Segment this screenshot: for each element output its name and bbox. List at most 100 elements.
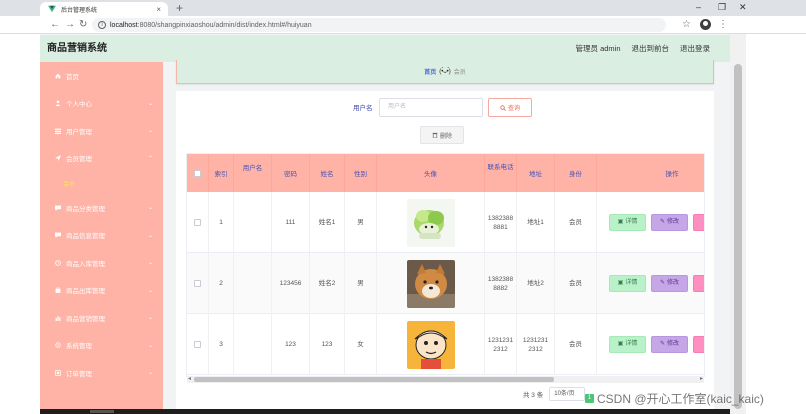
sidebar-item-home[interactable]: 首页 [40, 62, 163, 90]
cell-gender: 男 [345, 253, 377, 314]
menu-icon[interactable]: ⋮ [718, 18, 728, 32]
chat-icon [55, 232, 61, 239]
avatar-image[interactable] [406, 259, 455, 308]
logout-link[interactable]: 退出登录 [680, 35, 710, 62]
column-gender: 性别 [345, 154, 377, 192]
browser-toolbar: ← → ↻ i localhost:8080/shangpinxiaoshou/… [0, 16, 806, 34]
cell-password: 111 [272, 192, 310, 253]
cell-avatar [377, 253, 485, 314]
column-avatar: 头像 [377, 154, 485, 192]
row-checkbox[interactable] [194, 219, 201, 226]
address-bar[interactable]: i localhost:8080/shangpinxiaoshou/admin/… [92, 18, 666, 32]
close-tab-icon[interactable]: × [156, 5, 161, 14]
table-row: 2 123456 姓名2 男 1382388 8882 地址2 会员 ▣ 详情 … [187, 253, 704, 314]
cell-actions: ▣详情 ✎修改 ⊠ [597, 314, 704, 375]
avatar-image[interactable] [406, 198, 455, 247]
back-icon[interactable]: ← [50, 17, 60, 33]
gear-icon [55, 342, 61, 348]
row-select-cell[interactable] [187, 253, 209, 314]
row-checkbox[interactable] [194, 341, 201, 348]
detail-button[interactable]: ▣ 详情 [609, 214, 646, 231]
page-vertical-scrollbar[interactable] [730, 34, 746, 414]
tab-title: 后台管理系统 [61, 7, 98, 14]
edit-button[interactable]: ✎ 修改 [651, 275, 688, 292]
reload-icon[interactable]: ↻ [79, 17, 87, 33]
info-icon[interactable]: i [98, 21, 106, 29]
home-icon [55, 73, 61, 79]
cell-index: 1 [209, 192, 234, 253]
row-select-cell[interactable] [187, 192, 209, 253]
scroll-right-icon[interactable]: ▸ [700, 375, 703, 382]
avatar-image[interactable] [406, 320, 455, 369]
cell-role: 会员 [555, 314, 597, 375]
url-text: localhost:8080/shangpinxiaoshou/admin/di… [110, 21, 312, 29]
sidebar-item-users[interactable]: 用户管理 ⌄ [40, 117, 163, 145]
right-margin [746, 34, 806, 414]
delete-button[interactable]: ⊠ [693, 275, 704, 292]
account-icon[interactable] [700, 19, 711, 30]
page-number-badge[interactable]: 1 [585, 394, 594, 403]
edit-button[interactable]: ✎ 修改 [651, 214, 688, 231]
breadcrumb-face: (•̀ᴗ•́) [439, 68, 451, 75]
edit-button[interactable]: ✎ 修改 [651, 336, 688, 353]
sidebar-item-stock-out[interactable]: 商品出库管理 ⌄ [40, 277, 163, 305]
top-header: 商品营销系统 管理员 admin 退出到前台 退出登录 [40, 35, 730, 62]
window-close-icon[interactable]: ✕ [739, 2, 747, 13]
minimize-icon[interactable]: – [696, 2, 701, 12]
sidebar-item-members[interactable]: 会员管理 ⌃ [40, 145, 163, 173]
sidebar-item-product-info[interactable]: 商品信息管理 ⌄ [40, 222, 163, 250]
cell-address: 地址1 [517, 192, 555, 253]
chevron-up-icon: ⌃ [147, 155, 153, 162]
delete-button[interactable]: ⊠ [693, 336, 704, 353]
sidebar-item-profile[interactable]: 个人中心 ⌄ [40, 90, 163, 118]
row-checkbox[interactable] [194, 280, 201, 287]
chevron-down-icon: ⌄ [147, 370, 153, 376]
user-icon [55, 100, 61, 107]
forward-icon[interactable]: → [65, 17, 75, 33]
cell-username [234, 314, 272, 375]
delete-button[interactable]: ⊠ [693, 214, 704, 231]
breadcrumb-home[interactable]: 首页 [424, 67, 436, 76]
row-select-cell[interactable] [187, 314, 209, 375]
cell-index: 3 [209, 314, 234, 375]
trash-icon [432, 132, 438, 138]
chevron-down-icon: ⌄ [147, 260, 153, 266]
sidebar-item-system[interactable]: 系统管理 ⌄ [40, 332, 163, 360]
new-tab-icon[interactable]: + [176, 1, 183, 15]
select-all-checkbox[interactable] [194, 169, 201, 177]
cell-address: 1231231 2312 [517, 314, 555, 375]
username-search-input[interactable]: 用户名 [379, 98, 483, 117]
detail-icon: ▣ [617, 219, 624, 225]
chevron-down-icon: ⌄ [147, 287, 153, 294]
cell-username [234, 253, 272, 314]
cell-role: 会员 [555, 192, 597, 253]
back-to-front-link[interactable]: 退出到前台 [632, 35, 670, 62]
table-horizontal-scrollbar[interactable]: ◂ ▸ [187, 376, 704, 383]
sidebar-item-category[interactable]: 商品分类管理 ⌄ [40, 194, 163, 222]
batch-delete-button[interactable]: 删除 [420, 126, 464, 144]
column-address: 地址 [517, 154, 555, 192]
search-button[interactable]: 查询 [488, 98, 532, 117]
page-size-select[interactable]: 10条/页 [549, 387, 586, 401]
chevron-down-icon: ⌄ [147, 205, 153, 211]
sidebar-item-orders[interactable]: 订单管理 ⌄ [40, 359, 163, 387]
cell-username [234, 192, 272, 253]
star-icon[interactable]: ☆ [682, 18, 691, 32]
restore-icon[interactable]: ❐ [718, 2, 726, 13]
detail-button[interactable]: ▣ 详情 [609, 275, 646, 292]
scrollbar-thumb[interactable] [734, 64, 742, 409]
sidebar-item-marketing[interactable]: 商品营销管理 ⌄ [40, 304, 163, 332]
select-all-cell[interactable] [187, 154, 209, 192]
column-name: 姓名 [310, 154, 345, 192]
cell-address: 地址2 [517, 253, 555, 314]
cell-avatar [377, 192, 485, 253]
scrollbar-thumb[interactable] [194, 377, 554, 382]
table-header: 索引 用户名 密码 姓名 性别 头像 联系电话 地址 身份 操作 [187, 154, 704, 192]
browser-tab[interactable]: 后台管理系统 × [40, 2, 168, 16]
scroll-left-icon[interactable]: ◂ [188, 375, 191, 382]
sidebar-subitem-member[interactable]: 会员 [40, 172, 163, 194]
clock-icon [55, 259, 61, 266]
detail-button[interactable]: ▣ 详情 [609, 336, 646, 353]
cell-phone: 1231231 2312 [485, 314, 517, 375]
sidebar-item-stock-in[interactable]: 商品入库管理 ⌄ [40, 249, 163, 277]
